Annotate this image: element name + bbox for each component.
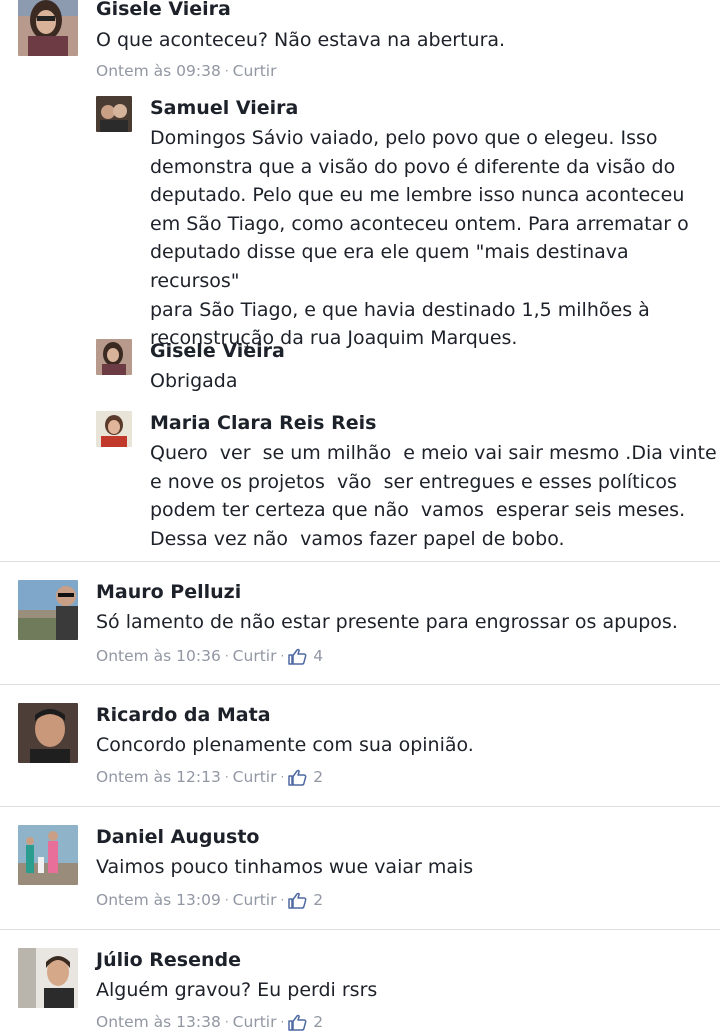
separator-dot: · [224,770,229,784]
thumbs-up-icon [288,648,307,665]
comment-author[interactable]: Júlio Resende [96,948,241,972]
profile-photo [18,0,78,56]
comment-author[interactable]: Daniel Augusto [96,825,259,849]
separator-dot: · [280,649,285,663]
comment-author[interactable]: Ricardo da Mata [96,703,271,727]
comment-divider [0,806,720,807]
like-link[interactable]: Curtir [233,1012,277,1032]
avatar[interactable] [96,96,132,132]
separator-dot: · [224,64,229,78]
comment-divider [0,929,720,930]
comment-timestamp[interactable]: Ontem às 09:38 [96,61,221,81]
comment-timestamp[interactable]: Ontem às 12:13 [96,767,221,787]
avatar[interactable] [18,825,78,885]
comment-timestamp[interactable]: Ontem às 10:36 [96,646,221,666]
avatar[interactable] [96,411,132,447]
comment-divider [0,561,720,562]
avatar[interactable] [96,339,132,375]
reply-author[interactable]: Gisele Vieira [150,339,285,363]
profile-photo [18,825,78,885]
thumbs-up-icon [288,892,307,909]
avatar[interactable] [18,703,78,763]
comment-text: Vaimos pouco tinhamos wue vaiar mais [96,856,474,878]
profile-photo [18,580,78,640]
comment-meta: Ontem às 10:36 · Curtir · 4 [96,646,323,666]
reply-text: Quero ver se um milhão e meio vai sair m… [150,442,717,550]
thumbs-up-icon [288,769,307,786]
like-count[interactable]: 2 [313,1012,323,1032]
comment-meta: Ontem às 13:38 · Curtir · 2 [96,1012,323,1032]
reply-author[interactable]: Maria Clara Reis Reis [150,411,376,435]
reply-text: Domingos Sávio vaiado, pelo povo que o e… [150,127,689,350]
separator-dot: · [224,1015,229,1029]
separator-dot: · [280,770,285,784]
like-link[interactable]: Curtir [233,646,277,666]
avatar[interactable] [18,948,78,1008]
comment-timestamp[interactable]: Ontem às 13:09 [96,890,221,910]
comment-meta: Ontem às 09:38 · Curtir [96,61,276,81]
avatar[interactable] [18,0,78,56]
separator-dot: · [280,893,285,907]
separator-dot: · [224,649,229,663]
comment-timestamp[interactable]: Ontem às 13:38 [96,1012,221,1032]
comment-text: Alguém gravou? Eu perdi rsrs [96,979,378,1001]
comment-author[interactable]: Mauro Pelluzi [96,580,241,604]
profile-photo [18,703,78,763]
comment-meta: Ontem às 13:09 · Curtir · 2 [96,890,323,910]
comment-meta: Ontem às 12:13 · Curtir · 2 [96,767,323,787]
like-link[interactable]: Curtir [233,767,277,787]
comment-author[interactable]: Gisele Vieira [96,0,231,21]
comment-text: Só lamento de não estar presente para en… [96,611,678,633]
profile-photo [96,339,132,375]
reply-text: Obrigada [150,370,238,392]
profile-photo [96,411,132,447]
comment-text: O que aconteceu? Não estava na abertura. [96,29,506,51]
profile-photo [96,96,132,132]
profile-photo [18,948,78,1008]
like-link[interactable]: Curtir [233,61,277,81]
comment-text: Concordo plenamente com sua opinião. [96,734,474,756]
comment-divider [0,684,720,685]
like-link[interactable]: Curtir [233,890,277,910]
like-count[interactable]: 4 [313,646,323,666]
separator-dot: · [280,1015,285,1029]
separator-dot: · [224,893,229,907]
reply-author[interactable]: Samuel Vieira [150,96,298,120]
like-count[interactable]: 2 [313,767,323,787]
avatar[interactable] [18,580,78,640]
like-count[interactable]: 2 [313,890,323,910]
